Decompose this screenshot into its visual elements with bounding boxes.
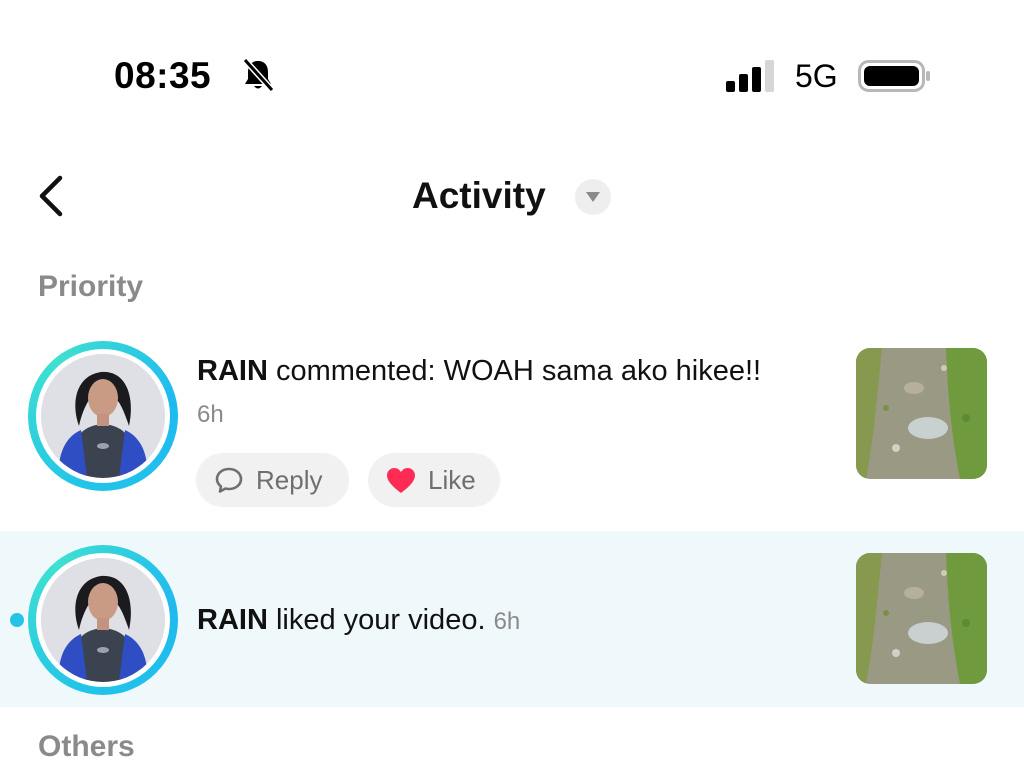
notification-text: RAIN liked your video. 6h [197,599,767,643]
like-button[interactable]: Like [368,453,500,507]
video-thumbnail[interactable] [856,553,987,684]
notification-message: liked your video. [267,604,494,636]
signal-bars-icon [726,60,774,92]
avatar[interactable] [28,341,178,491]
notification-time: 6h [493,608,521,635]
notification-text: RAIN commented: WOAH sama ako hikee!! 6h [197,350,767,436]
status-time: 08:35 [114,55,212,96]
notification-username[interactable]: RAIN [197,355,268,387]
bell-muted-icon [242,57,275,93]
notification-item-unread[interactable]: RAIN liked your video. 6h [0,531,1024,707]
activity-screen: 08:35 5G Activity Priority RAIN commente… [0,0,1024,781]
battery-icon [858,60,930,92]
page-title[interactable]: Activity [412,173,546,219]
notification-username[interactable]: RAIN [197,604,268,636]
section-header-priority: Priority [38,270,144,303]
reply-label: Reply [256,465,323,495]
notification-item[interactable]: RAIN commented: WOAH sama ako hikee!! 6h… [0,330,1024,530]
network-type: 5G [795,58,838,94]
notification-time: 6h [197,401,224,428]
unread-indicator [10,613,24,627]
like-label: Like [428,465,476,495]
section-header-others: Others [38,730,135,763]
reply-bubble-icon [215,467,243,493]
reply-button[interactable]: Reply [196,453,349,507]
avatar-photo [41,354,165,478]
activity-filter-dropdown[interactable] [575,179,611,215]
back-chevron-icon [39,175,63,217]
avatar-photo [41,558,165,682]
notification-message: commented: WOAH sama ako hikee!! [267,355,762,387]
video-thumbnail[interactable] [856,348,987,479]
back-button[interactable] [30,170,76,222]
avatar[interactable] [28,545,178,695]
dropdown-caret-icon [586,192,600,202]
heart-icon [387,468,415,493]
